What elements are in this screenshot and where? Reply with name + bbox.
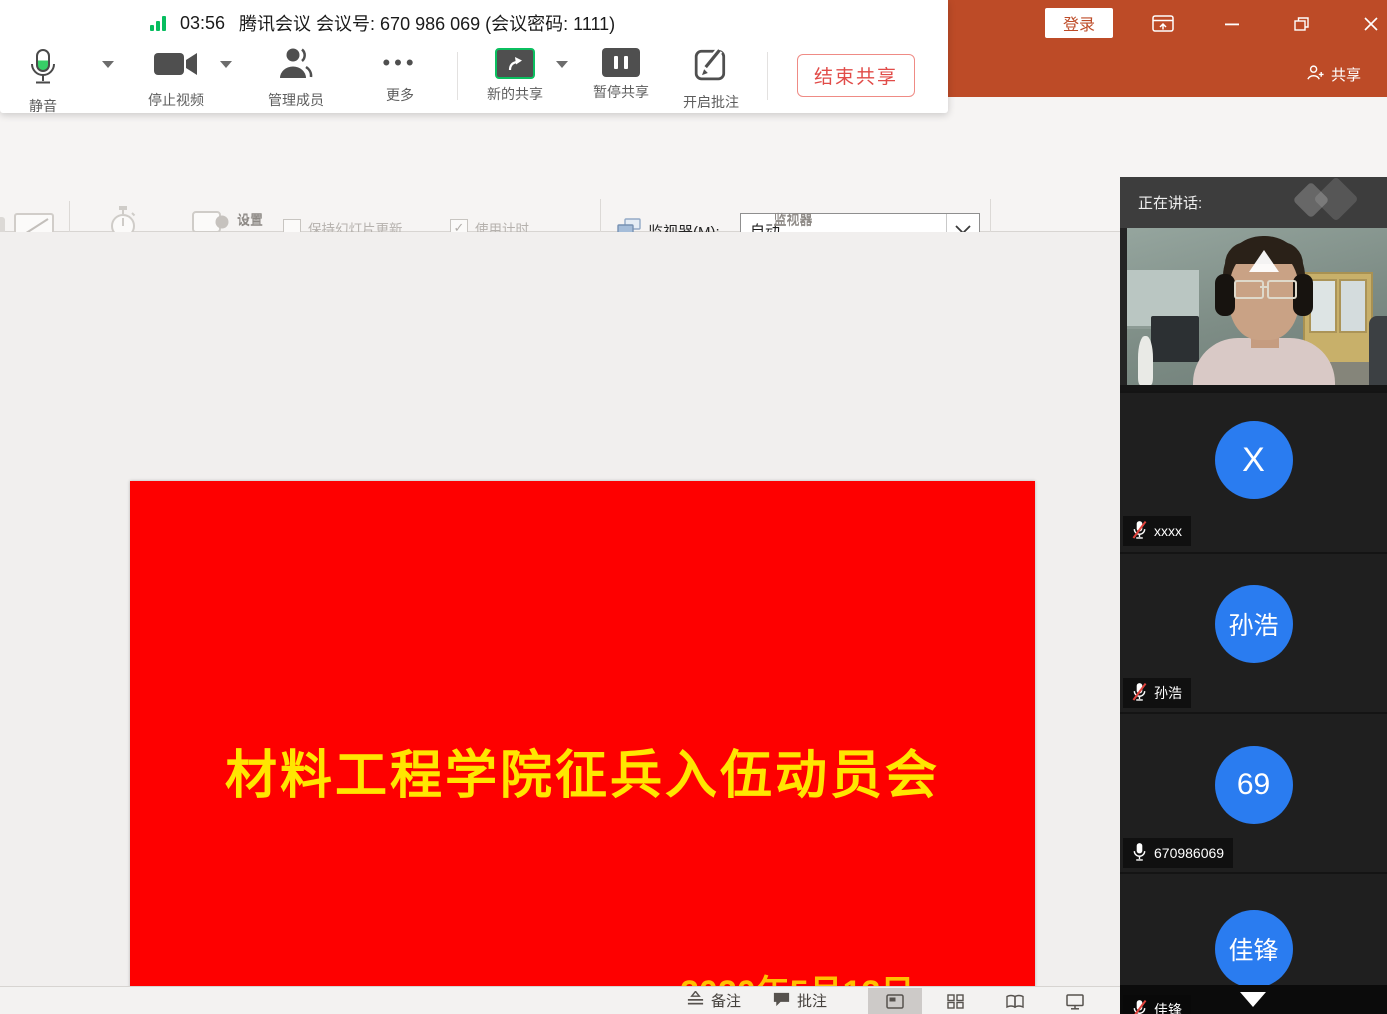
glasses xyxy=(1234,280,1264,299)
comments-button[interactable]: 批注 xyxy=(772,990,827,1011)
speaking-label: 正在讲话: xyxy=(1138,192,1202,213)
avatar: 孙浩 xyxy=(1215,585,1293,663)
stop-video-button[interactable]: 停止视频 xyxy=(140,48,212,110)
toolbar-separator xyxy=(457,52,458,100)
participant-name-badge: xxxx xyxy=(1123,516,1191,546)
avatar: 69 xyxy=(1215,746,1293,824)
close-icon[interactable] xyxy=(1358,12,1384,36)
meeting-info: 03:56 腾讯会议 会议号: 670 986 069 (会议密码: 1111) xyxy=(150,8,615,38)
meeting-logo-icon xyxy=(1313,177,1358,222)
mic-muted-icon xyxy=(1132,682,1147,705)
slide[interactable]: 材料工程学院征兵入伍动员会 2020年5月13日 xyxy=(130,481,1035,1014)
scroll-down-icon[interactable] xyxy=(1240,992,1266,1007)
ribbon-display-options-icon[interactable] xyxy=(1150,12,1176,36)
members-icon xyxy=(278,46,314,85)
share-options-caret[interactable] xyxy=(556,61,568,68)
start-annotation-button[interactable]: 开启批注 xyxy=(678,46,744,112)
second-person xyxy=(1369,316,1387,385)
mic-muted-icon xyxy=(1132,999,1147,1014)
annotation-pen-icon xyxy=(693,46,729,87)
avatar: X xyxy=(1215,421,1293,499)
manage-members-button[interactable]: 管理成员 xyxy=(258,46,334,110)
participant-tile[interactable]: 孙浩 孙浩 xyxy=(1120,552,1387,714)
view-normal-button[interactable] xyxy=(868,988,922,1014)
comment-icon xyxy=(772,991,791,1011)
participant-tile[interactable]: 69 670986069 xyxy=(1120,712,1387,874)
pause-icon xyxy=(602,48,640,77)
room-vase xyxy=(1138,336,1153,385)
microphone-icon xyxy=(28,48,58,91)
notes-icon xyxy=(686,991,705,1011)
video-sidebar: 正在讲话: xyxy=(1120,177,1387,1014)
meeting-toolbar: 03:56 腾讯会议 会议号: 670 986 069 (会议密码: 1111)… xyxy=(0,0,948,113)
slide-title: 材料工程学院征兵入伍动员会 xyxy=(130,733,1035,808)
participant-name-badge: 佳锋 xyxy=(1123,995,1191,1014)
mic-muted-icon xyxy=(1132,520,1147,543)
restore-icon[interactable] xyxy=(1288,12,1314,36)
speaking-header: 正在讲话: xyxy=(1120,177,1387,228)
minimize-icon[interactable] xyxy=(1219,12,1245,36)
meeting-id-text: 腾讯会议 会议号: 670 986 069 (会议密码: 1111) xyxy=(239,10,615,36)
add-person-icon xyxy=(1306,63,1325,86)
view-slide-sorter-button[interactable] xyxy=(928,988,982,1014)
participant-tile[interactable]: X xxxx xyxy=(1120,391,1387,554)
signal-strength-icon xyxy=(150,15,166,31)
speaker-video-tile[interactable]: 王慢慢大人 xyxy=(1120,228,1387,385)
screen-share-icon xyxy=(495,48,535,79)
participant-name-badge: 670986069 xyxy=(1123,838,1233,868)
group-monitors-label: 监视器 xyxy=(745,210,841,229)
ppt-share-button[interactable]: 共享 xyxy=(1306,62,1361,86)
glasses xyxy=(1267,280,1297,299)
glasses-bridge xyxy=(1260,286,1267,288)
headphone-left-icon xyxy=(1215,274,1235,316)
view-slideshow-button[interactable] xyxy=(1048,988,1102,1014)
meeting-duration: 03:56 xyxy=(180,13,225,34)
mic-on-icon xyxy=(1132,842,1147,865)
toolbar-separator xyxy=(767,52,768,100)
camera-icon xyxy=(153,48,199,85)
group-setup-label: 设置 xyxy=(200,210,300,229)
more-dots-icon: ••• xyxy=(382,46,417,80)
mute-button[interactable]: 静音 xyxy=(14,48,72,116)
video-overlay-triangle xyxy=(1249,250,1279,272)
screen: 登录 共享 映 隐藏幻灯片 xyxy=(0,0,1387,1014)
avatar: 佳锋 xyxy=(1215,910,1293,988)
view-reading-button[interactable] xyxy=(988,988,1042,1014)
end-share-button[interactable]: 结束共享 xyxy=(797,54,915,97)
video-options-caret[interactable] xyxy=(220,61,232,68)
webcam-video xyxy=(1127,228,1387,385)
notes-button[interactable]: 备注 xyxy=(686,990,741,1011)
login-button[interactable]: 登录 xyxy=(1045,8,1113,38)
pause-share-button[interactable]: 暂停共享 xyxy=(588,48,654,102)
more-button[interactable]: ••• 更多 xyxy=(372,46,428,105)
mute-options-caret[interactable] xyxy=(102,61,114,68)
new-share-button[interactable]: 新的共享 xyxy=(482,48,548,104)
participant-name-badge: 孙浩 xyxy=(1123,678,1191,708)
room-monitor xyxy=(1151,316,1199,362)
